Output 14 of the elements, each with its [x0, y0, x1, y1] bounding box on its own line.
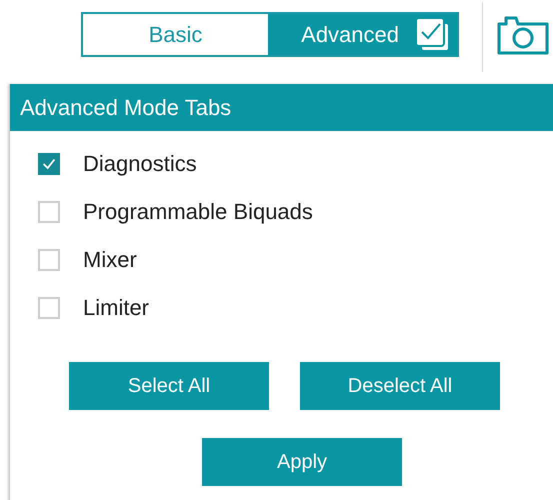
action-button[interactable]: Deselect All	[300, 362, 500, 410]
checkbox-item[interactable]: Programmable Biquads	[38, 188, 553, 236]
camera-icon[interactable]	[496, 14, 550, 56]
mode-tab[interactable]: Advanced	[268, 14, 457, 55]
checkbox-item[interactable]: Diagnostics	[38, 140, 553, 188]
checkbox[interactable]	[38, 249, 60, 271]
checkbox-item[interactable]: Mixer	[38, 236, 553, 284]
checkbox[interactable]	[38, 297, 60, 319]
action-button[interactable]: Select All	[69, 362, 269, 410]
apply-button[interactable]: Apply	[202, 438, 402, 486]
panel-title: Advanced Mode Tabs	[10, 84, 553, 131]
checkbox[interactable]	[38, 153, 60, 175]
checkbox[interactable]	[38, 201, 60, 223]
checkbox-item[interactable]: Limiter	[38, 284, 553, 332]
